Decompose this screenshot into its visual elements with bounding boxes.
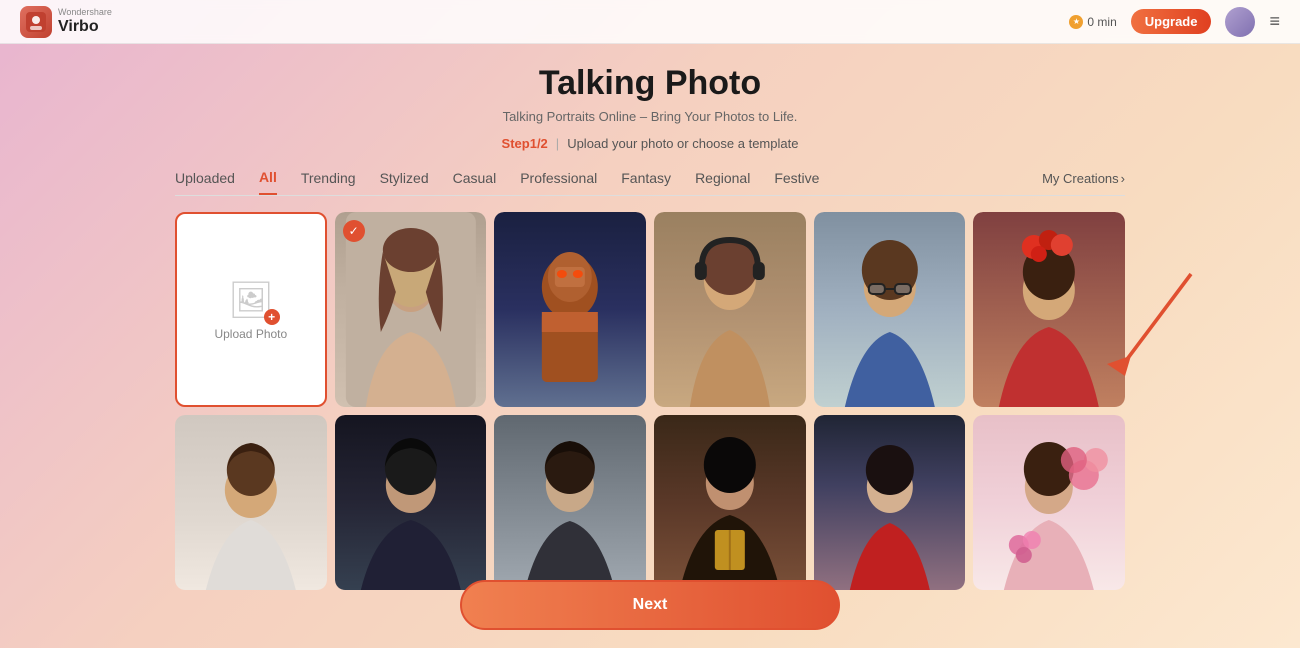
photo-grid-wrapper: 🖼 + Upload Photo ✓ — [175, 212, 1125, 590]
plus-badge: + — [264, 309, 280, 325]
upgrade-button[interactable]: Upgrade — [1131, 9, 1212, 34]
step-bar: Step1/2 | Upload your photo or choose a … — [502, 136, 799, 151]
logo-text: Wondershare Virbo — [58, 8, 112, 35]
avatar[interactable] — [1225, 7, 1255, 37]
upload-icon-wrap: 🖼 + — [228, 279, 274, 321]
logo-area: Wondershare Virbo — [20, 6, 112, 38]
min-label: 0 min — [1087, 15, 1116, 29]
header-right: ★ 0 min Upgrade ≡ — [1069, 7, 1280, 37]
header: Wondershare Virbo ★ 0 min Upgrade ≡ — [0, 0, 1300, 44]
logo-brand: Wondershare — [58, 8, 112, 18]
photo-card-10[interactable] — [814, 415, 966, 590]
step-desc: Upload your photo or choose a template — [567, 136, 798, 151]
tab-fantasy[interactable]: Fantasy — [621, 170, 671, 194]
tab-regional[interactable]: Regional — [695, 170, 750, 194]
next-button[interactable]: Next — [460, 580, 840, 630]
photo-card-1[interactable]: ✓ — [335, 212, 487, 407]
photo-card-5[interactable] — [973, 212, 1125, 407]
step-label: Step1/2 — [502, 136, 548, 151]
photo-grid: 🖼 + Upload Photo ✓ — [175, 212, 1125, 590]
tab-uploaded[interactable]: Uploaded — [175, 170, 235, 194]
page-title: Talking Photo — [539, 64, 761, 103]
tab-casual[interactable]: Casual — [453, 170, 497, 194]
tab-festive[interactable]: Festive — [774, 170, 819, 194]
tab-all[interactable]: All — [259, 169, 277, 195]
photo-card-3[interactable] — [654, 212, 806, 407]
photo-card-4[interactable] — [814, 212, 966, 407]
logo-icon — [20, 6, 52, 38]
page-subtitle: Talking Portraits Online – Bring Your Ph… — [503, 109, 798, 124]
menu-icon[interactable]: ≡ — [1269, 11, 1280, 32]
coin-icon: ★ — [1069, 15, 1083, 29]
upload-label: Upload Photo — [214, 327, 287, 341]
main-content: Talking Photo Talking Portraits Online –… — [0, 44, 1300, 590]
photo-card-6[interactable] — [175, 415, 327, 590]
photo-card-8[interactable] — [494, 415, 646, 590]
logo-app: Virbo — [58, 18, 112, 36]
tab-trending[interactable]: Trending — [301, 170, 356, 194]
step-divider: | — [556, 136, 559, 151]
photo-card-2[interactable] — [494, 212, 646, 407]
my-creations-link[interactable]: My Creations › — [1042, 171, 1125, 194]
tab-professional[interactable]: Professional — [520, 170, 597, 194]
tabs-bar: Uploaded All Trending Stylized Casual Pr… — [175, 169, 1125, 196]
upload-card[interactable]: 🖼 + Upload Photo — [175, 212, 327, 407]
selected-check: ✓ — [343, 220, 365, 242]
photo-card-7[interactable] — [335, 415, 487, 590]
photo-card-9[interactable] — [654, 415, 806, 590]
photo-card-11[interactable] — [973, 415, 1125, 590]
next-button-wrap: Next — [460, 580, 840, 630]
tab-stylized[interactable]: Stylized — [380, 170, 429, 194]
min-counter: ★ 0 min — [1069, 15, 1116, 29]
